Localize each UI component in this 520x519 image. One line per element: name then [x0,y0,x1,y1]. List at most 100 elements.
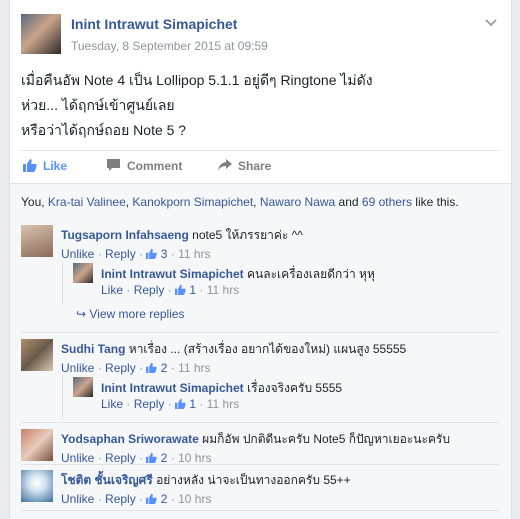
likes-suffix: like this. [411,195,459,209]
reply-link[interactable]: Reply [134,283,165,297]
others-link[interactable]: 69 others [362,195,412,209]
view-more-replies[interactable]: ↪ View more replies [76,307,185,321]
post-actions: Like Comment Share [21,150,499,181]
like-count: 2 [160,361,168,375]
post-text: เมื่อคืนอัพ Note 4 เป็น Lollipop 5.1.1 อ… [21,68,499,143]
commenter-name[interactable]: โชติต ชั้นเจริญศรี [61,473,153,487]
commenter-avatar[interactable] [21,470,53,502]
author-name[interactable]: Inint Intrawut Simapichet [71,16,237,32]
post-timestamp[interactable]: Tuesday, 8 September 2015 at 09:59 [71,39,268,53]
unlike-link[interactable]: Unlike [61,492,94,506]
comment-meta: Unlike · Reply · 2 · 11 hrs [61,361,211,375]
like-link[interactable]: Like [101,397,123,411]
unlike-link[interactable]: Unlike [61,451,94,465]
comment-text: หาเรื่อง ... (สร้างเรื่อง อยากได้ของใหม่… [128,342,407,356]
likes-and: and [335,195,362,209]
divider [21,422,499,423]
reaction-count[interactable]: 1 [175,283,196,297]
commenter-name[interactable]: Tugsaporn Infahsaeng [61,228,189,242]
commenter-avatar[interactable] [21,429,53,461]
chevron-down-icon[interactable] [485,16,497,30]
commenter-name[interactable]: Inint Intrawut Simapichet [101,267,244,281]
commenter-avatar[interactable] [21,339,53,371]
share-label: Share [238,159,272,173]
liker-link[interactable]: Nawaro Nawa [260,195,335,209]
thumbs-up-icon [175,284,186,298]
reply-link[interactable]: Reply [134,397,165,411]
commenter-avatar[interactable] [21,225,53,257]
comment-body: Inint Intrawut Simapichet เรื่องจริงครับ… [101,379,342,398]
post-line: หรือว่าได้ฤกษ์ถอย Note 5 ? [21,122,187,138]
commenter-avatar[interactable] [73,377,93,397]
divider [21,510,499,511]
unlike-link[interactable]: Unlike [61,361,94,375]
thumbs-up-icon [146,493,158,507]
comment-time: 10 hrs [178,451,212,465]
divider [21,464,499,465]
comment-item: โชติต ชั้นเจริญศรี อย่างหลัง น่าจะเป็นทา… [21,468,499,514]
reply-link[interactable]: Reply [105,451,136,465]
comment-body: Sudhi Tang หาเรื่อง ... (สร้างเรื่อง อยา… [61,340,406,359]
comment-meta: Unlike · Reply · 2 · 10 hrs [61,492,212,506]
like-count: 2 [160,451,168,465]
reply-item: Inint Intrawut Simapichet เรื่องจริงครับ… [62,375,499,419]
comment-body: Tugsaporn Infahsaeng note5 ให้ภรรยาค่ะ ^… [61,226,303,245]
commenter-name[interactable]: Sudhi Tang [61,342,125,356]
reaction-count[interactable]: 2 [146,492,167,506]
post-card: Inint Intrawut Simapichet Tuesday, 8 Sep… [9,0,512,519]
comment-time: 11 hrs [206,397,240,411]
author-avatar[interactable] [21,14,61,54]
thumbs-up-icon [146,362,158,376]
reply-item: Inint Intrawut Simapichet คนละเครื่องเลย… [62,261,499,305]
comment-text: เรื่องจริงครับ 5555 [247,381,343,395]
likes-summary: You, Kra-tai Valinee, Kanokporn Simapich… [10,183,511,218]
comment-button[interactable]: Comment [106,158,182,175]
comment-time: 11 hrs [178,247,211,261]
like-count: 1 [189,283,197,297]
like-button[interactable]: Like [23,158,67,175]
comment-time: 10 hrs [178,492,212,506]
reply-arrow-icon: ↪ [76,307,87,321]
view-more-label: View more replies [89,307,185,321]
thumbs-up-icon [146,248,158,262]
comment-icon [106,158,121,175]
like-link[interactable]: Like [101,283,123,297]
commenter-name[interactable]: Inint Intrawut Simapichet [101,381,244,395]
reply-link[interactable]: Reply [105,247,136,261]
comment-text: ผมก็อัพ ปกติดีนะครับ Note5 ก็ปัญหาเยอะนะ… [202,432,450,446]
reaction-count[interactable]: 1 [175,397,196,411]
likes-sep: , [253,195,260,209]
thumbs-up-icon [23,158,37,175]
comment-text: note5 ให้ภรรยาค่ะ ^^ [192,228,303,242]
likes-prefix: You, [21,195,48,209]
comment-body: โชติต ชั้นเจริญศรี อย่างหลัง น่าจะเป็นทา… [61,471,351,490]
liker-link[interactable]: Kra-tai Valinee [48,195,126,209]
comment-body: Yodsaphan Sriworawate ผมก็อัพ ปกติดีนะคร… [61,430,450,449]
reply-link[interactable]: Reply [105,361,136,375]
comment-meta: Like · Reply · 1 · 11 hrs [101,397,240,411]
divider [21,332,499,333]
share-button[interactable]: Share [217,158,271,175]
likes-text: You, Kra-tai Valinee, Kanokporn Simapich… [21,195,459,209]
unlike-link[interactable]: Unlike [61,247,94,261]
reply-link[interactable]: Reply [105,492,136,506]
comments-section: Tugsaporn Infahsaeng note5 ให้ภรรยาค่ะ ^… [10,217,511,519]
comment-text: อย่างหลัง น่าจะเป็นทางออกครับ 55++ [156,473,351,487]
comment-meta: Like · Reply · 1 · 11 hrs [101,283,240,297]
commenter-name[interactable]: Yodsaphan Sriworawate [61,432,199,446]
comment-time: 11 hrs [178,361,211,375]
thumbs-up-icon [175,398,186,412]
commenter-avatar[interactable] [73,263,93,283]
share-arrow-icon [217,158,232,175]
comment-time: 11 hrs [206,283,240,297]
reaction-count[interactable]: 2 [146,361,167,375]
post-line: ห่วย... ได้ฤกษ์เข้าศูนย์เลย [21,97,175,113]
liker-link[interactable]: Kanokporn Simapichet [132,195,253,209]
comment-meta: Unlike · Reply · 3 · 11 hrs [61,247,211,261]
comment-body: Inint Intrawut Simapichet คนละเครื่องเลย… [101,265,375,284]
comment-item: Yodsaphan Sriworawate ผมก็อัพ ปกติดีนะคร… [21,427,499,473]
comment-label: Comment [127,159,183,173]
like-count: 1 [189,397,197,411]
reaction-count[interactable]: 2 [146,451,167,465]
reaction-count[interactable]: 3 [146,247,167,261]
